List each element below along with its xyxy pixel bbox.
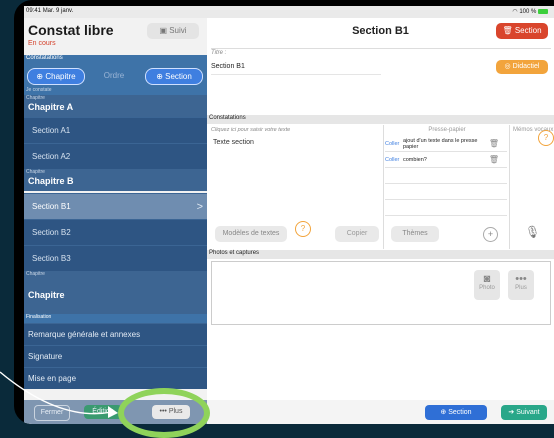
- clipboard-item: Coller ajout d'un texte dans le presse p…: [385, 137, 507, 152]
- add-chapitre-button[interactable]: ⊕ Chapitre: [27, 68, 85, 85]
- sidebar-item-section-b1[interactable]: Section B1 >: [24, 193, 207, 219]
- plus-circle-icon: ⊕: [156, 72, 166, 81]
- je-constate-label: Je constate: [24, 87, 207, 95]
- chapter-title-b[interactable]: Chapitre B: [24, 176, 207, 191]
- tutorial-highlight-ring: [118, 388, 210, 438]
- clipboard-empty-row: [385, 169, 507, 184]
- clipboard-item: Coller combien? 🗑: [385, 153, 507, 168]
- text-content[interactable]: Texte section: [213, 139, 254, 146]
- trash-icon: 🗑: [502, 26, 515, 35]
- photo-label: Photo: [479, 285, 495, 291]
- photo-button[interactable]: ◙ Photo: [474, 270, 500, 300]
- constatations-header: Constatations: [24, 55, 207, 65]
- chapter-sublabel: Chapitre: [24, 271, 207, 278]
- section-b1-label: Section B1: [32, 202, 71, 211]
- chapter-sublabel: Chapitre: [24, 95, 207, 102]
- clipboard-text: combien?: [403, 157, 427, 163]
- text-hint: Cliquez ici pour saisir votre texte: [211, 127, 291, 133]
- sidebar-item-section-a1[interactable]: Section A1: [24, 117, 207, 143]
- didactiel-label: Didactiel: [512, 63, 540, 70]
- trash-icon[interactable]: 🗑: [489, 139, 499, 148]
- modeles-button[interactable]: Modèles de textes: [215, 226, 287, 242]
- main-bottom-bar: ⊕ Section ➔ Suivant: [207, 400, 554, 424]
- suivi-label: Suivi: [169, 26, 187, 35]
- divider: [509, 125, 510, 249]
- photos-plus-label: Plus: [515, 285, 527, 291]
- photos-area: ◙ Photo ••• Plus: [211, 261, 551, 325]
- suivant-label: Suivant: [516, 409, 540, 416]
- microphone-icon[interactable]: 🎙: [525, 225, 540, 239]
- status-time: 09:41: [26, 8, 42, 14]
- coller-button[interactable]: Coller: [385, 157, 399, 163]
- divider: [383, 125, 384, 249]
- chapter-sublabel: Chapitre: [24, 169, 207, 176]
- battery-level: 100 %: [519, 9, 537, 15]
- app-title: Constat libre: [28, 22, 114, 38]
- title-field-value[interactable]: Section B1: [211, 63, 245, 70]
- sidebar-item-section-a2[interactable]: Section A2: [24, 143, 207, 169]
- delete-section-label: Section: [514, 26, 542, 35]
- plus-circle-icon[interactable]: +: [483, 227, 498, 242]
- battery-icon: [538, 8, 548, 14]
- copier-button[interactable]: Copier: [335, 226, 379, 242]
- add-section-bottom-button[interactable]: ⊕ Section: [425, 405, 487, 420]
- didactiel-button[interactable]: ◎ Didactiel: [496, 60, 548, 74]
- sidebar-item-section-b3[interactable]: Section B3: [24, 245, 207, 271]
- app-status: En cours: [28, 40, 56, 47]
- chapter-title-a[interactable]: Chapitre A: [24, 102, 207, 117]
- clipboard-panel: Presse-papier Coller ajout d'un texte da…: [385, 125, 509, 249]
- clipboard-empty-row: [385, 185, 507, 200]
- trash-icon[interactable]: 🗑: [489, 155, 499, 164]
- clipboard-header: Presse-papier: [428, 127, 466, 133]
- wifi-icon: ◠: [512, 9, 518, 15]
- themes-button[interactable]: Thèmes: [391, 226, 439, 242]
- chapter-title-c[interactable]: Chapitre: [24, 278, 207, 314]
- status-date: Mar. 9 janv.: [42, 8, 74, 14]
- add-section-label: Section: [165, 72, 192, 81]
- suivant-button[interactable]: ➔ Suivant: [501, 405, 547, 420]
- divider: [211, 74, 381, 75]
- chevron-right-icon: >: [196, 201, 203, 213]
- clipboard-text: ajout d'un texte dans le presse papier: [403, 138, 478, 150]
- add-section-bottom-label: Section: [448, 409, 472, 416]
- text-editor[interactable]: Cliquez ici pour saisir votre texte Text…: [211, 125, 383, 249]
- eye-icon: ◎: [504, 63, 513, 70]
- delete-section-button[interactable]: 🗑 Section: [496, 23, 548, 39]
- photos-bar: Photos et captures: [207, 250, 554, 259]
- constatations-toolbar: ⊕ Chapitre Ordre ⊕ Section: [24, 65, 207, 87]
- more-dots-icon: •••: [515, 273, 527, 285]
- suivi-button[interactable]: ▣ Suivi: [147, 23, 199, 39]
- coller-button[interactable]: Coller: [385, 141, 399, 147]
- finalisation-header: Finalisation: [24, 314, 207, 323]
- add-chapitre-label: Chapitre: [45, 72, 76, 81]
- clipboard-empty-row: [385, 201, 507, 216]
- ordre-button[interactable]: Ordre: [90, 68, 138, 83]
- title-field-label: Titre :: [211, 50, 227, 56]
- add-section-button[interactable]: ⊕ Section: [145, 68, 203, 85]
- status-bar: 09:41 Mar. 9 janv. ◠ 100 %: [24, 6, 554, 18]
- plus-circle-icon: ⊕: [36, 72, 46, 81]
- constatations-bar: Constatations: [207, 115, 554, 124]
- sidebar-item-remarque[interactable]: Remarque générale et annexes: [24, 323, 207, 345]
- help-icon[interactable]: ?: [538, 130, 554, 146]
- voice-memos-panel: Mémos vocaux ? 🎙: [511, 125, 554, 249]
- help-icon[interactable]: ?: [295, 221, 311, 237]
- main-panel: Section B1 🗑 Section Titre : Section B1 …: [207, 18, 554, 424]
- sidebar-item-section-b2[interactable]: Section B2: [24, 219, 207, 245]
- photos-plus-button[interactable]: ••• Plus: [508, 270, 534, 300]
- camera-icon: ◙: [483, 273, 491, 285]
- title-field[interactable]: Titre : Section B1: [211, 48, 551, 113]
- clipboard-icon: ▣: [159, 26, 170, 35]
